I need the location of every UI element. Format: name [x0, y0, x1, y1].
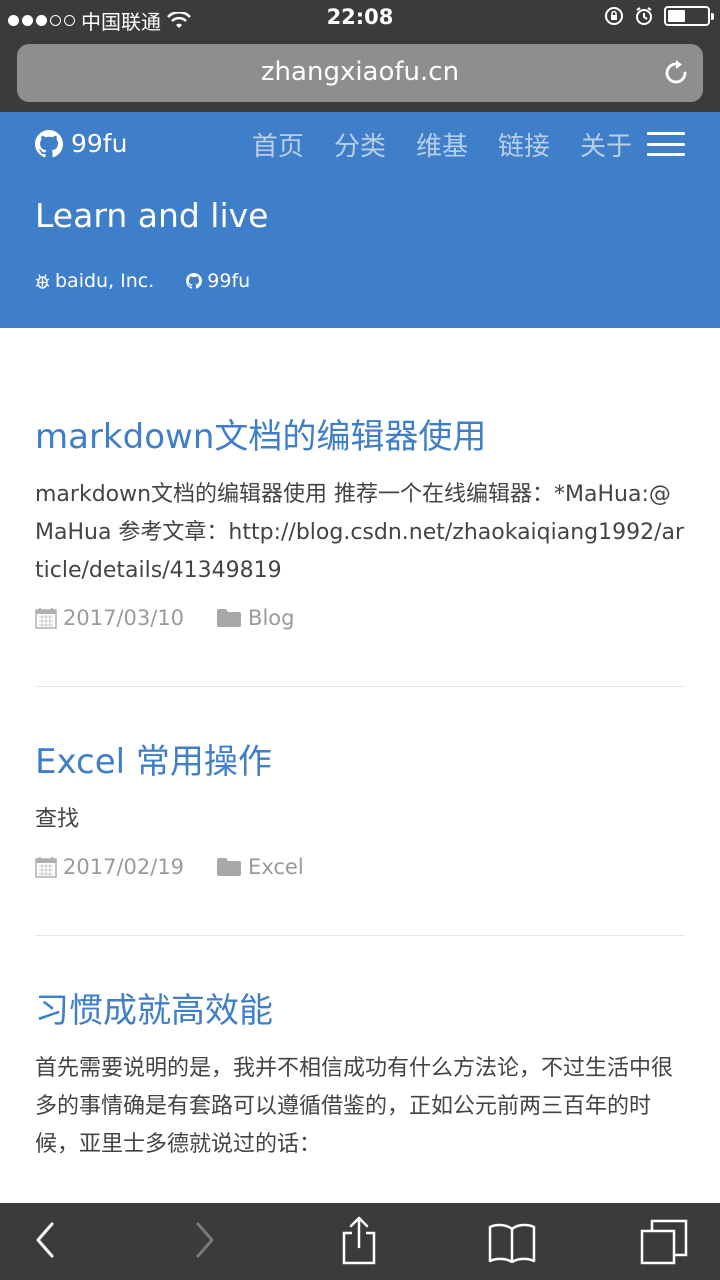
github-link[interactable]: 99fu	[186, 270, 250, 292]
post-title[interactable]: Excel 常用操作	[35, 739, 685, 785]
post-date: 2017/03/10	[35, 606, 184, 630]
calendar-icon	[35, 608, 57, 629]
brand-name: 99fu	[71, 129, 128, 158]
url-text[interactable]: zhangxiaofu.cn	[17, 57, 703, 87]
post-item: 习惯成就高效能 首先需要说明的是，我并不相信成功有什么方法论，不过生活中很多的事…	[35, 936, 685, 1164]
battery-icon	[664, 6, 714, 26]
nav-categories[interactable]: 分类	[334, 126, 386, 163]
address-bar[interactable]: zhangxiaofu.cn	[17, 44, 703, 102]
alarm-icon	[636, 7, 652, 25]
post-excerpt: 查找	[35, 807, 80, 832]
github-icon	[186, 273, 203, 289]
share-icon[interactable]	[340, 1215, 378, 1265]
menu-icon[interactable]	[647, 132, 685, 156]
rotation-lock-icon	[605, 7, 623, 25]
calendar-icon	[35, 857, 57, 878]
nav-wiki[interactable]: 维基	[416, 126, 468, 163]
post-meta: 2017/03/10 Blog	[35, 606, 685, 630]
post-date: 2017/02/19	[35, 855, 184, 879]
folder-icon	[217, 858, 242, 876]
post-excerpt: 首先需要说明的是，我并不相信成功有什么方法论，不过生活中很多的事情确是有套路可以…	[35, 1056, 674, 1157]
tabs-icon[interactable]	[640, 1219, 688, 1265]
post-date-text: 2017/03/10	[63, 606, 185, 630]
bookmarks-icon[interactable]	[488, 1221, 536, 1263]
status-bar: 中国联通 22:08	[0, 0, 720, 36]
post-category[interactable]: Blog	[216, 606, 294, 630]
post-item: Excel 常用操作 查找 2017/02/19 Excel	[35, 687, 685, 936]
nav-about[interactable]: 关于	[580, 126, 632, 163]
bug-icon	[35, 274, 50, 289]
post-title[interactable]: markdown文档的编辑器使用	[35, 414, 685, 460]
github-icon	[35, 129, 63, 157]
browser-toolbar	[0, 1203, 720, 1280]
reload-icon[interactable]	[663, 59, 689, 87]
github-username: 99fu	[207, 270, 251, 292]
address-bar-area: zhangxiaofu.cn	[0, 36, 720, 112]
battery-level	[668, 10, 686, 22]
site-tagline: Learn and live	[35, 196, 269, 235]
post-meta: 2017/02/19 Excel	[35, 855, 685, 879]
back-icon[interactable]	[34, 1221, 56, 1259]
forward-icon[interactable]	[194, 1221, 216, 1259]
post-item: markdown文档的编辑器使用 markdown文档的编辑器使用 推荐一个在线…	[35, 328, 685, 687]
company-name: baidu, Inc.	[55, 270, 155, 292]
post-date-text: 2017/02/19	[63, 855, 185, 879]
header-meta: baidu, Inc. 99fu	[35, 270, 250, 292]
post-category-text: Blog	[248, 606, 295, 630]
post-title[interactable]: 习惯成就高效能	[35, 988, 685, 1034]
main-nav: 首页 分类 维基 链接 关于	[252, 126, 632, 163]
folder-icon	[217, 609, 242, 627]
status-right	[604, 6, 714, 26]
post-list: markdown文档的编辑器使用 markdown文档的编辑器使用 推荐一个在线…	[35, 328, 685, 1164]
post-category[interactable]: Excel	[216, 855, 304, 879]
site-header: 99fu 首页 分类 维基 链接 关于 Learn and live baidu…	[0, 112, 720, 328]
post-category-text: Excel	[248, 855, 304, 879]
nav-home[interactable]: 首页	[252, 126, 304, 163]
post-excerpt: markdown文档的编辑器使用 推荐一个在线编辑器：*MaHua:@MaHua…	[35, 482, 685, 583]
nav-links[interactable]: 链接	[498, 126, 550, 163]
company-info: baidu, Inc.	[35, 270, 154, 292]
brand-link[interactable]: 99fu	[35, 129, 127, 158]
